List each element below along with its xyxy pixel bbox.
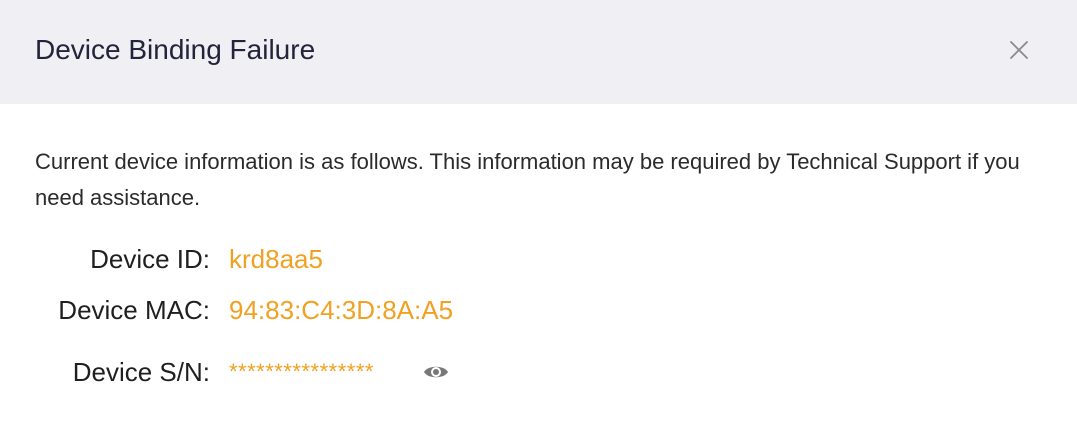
device-mac-label: Device MAC: (58, 295, 210, 325)
device-binding-failure-dialog: Device Binding Failure Current device in… (0, 0, 1077, 438)
dialog-header: Device Binding Failure (0, 0, 1077, 104)
eye-icon (424, 366, 448, 378)
device-id-label: Device ID: (90, 244, 210, 274)
device-id-value: krd8aa5 (229, 244, 323, 274)
dialog-title: Device Binding Failure (35, 34, 316, 65)
show-serial-toggle[interactable] (422, 360, 450, 384)
device-sn-value: **************** (229, 359, 374, 384)
device-sn-label: Device S/N: (72, 357, 210, 387)
device-mac-value: 94:83:C4:3D:8A:A5 (229, 295, 454, 325)
dialog-body: Current device information is as follows… (0, 104, 1077, 438)
close-icon (1010, 41, 1028, 59)
close-button[interactable] (1002, 33, 1036, 67)
dialog-description: Current device information is as follows… (35, 149, 1020, 210)
